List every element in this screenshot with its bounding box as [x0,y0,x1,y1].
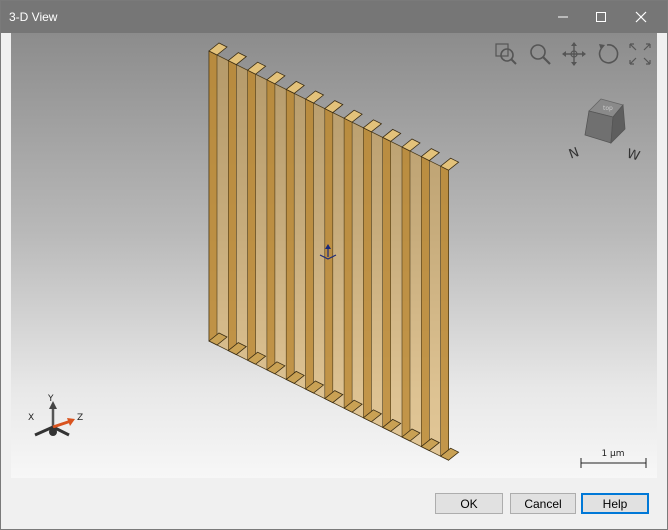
fin [247,69,256,365]
fin [343,117,353,413]
fin [285,88,295,384]
fin [305,98,314,394]
close-button[interactable] [621,1,661,33]
scale-bar: 1 µm [580,449,647,468]
button-bar: OK Cancel Help [1,478,667,529]
axis-y-label: Y [47,394,54,404]
ok-button[interactable]: OK [435,493,503,514]
minimize-icon [558,16,568,18]
scale-bar-label: 1 µm [601,449,624,459]
cancel-button[interactable]: Cancel [510,493,576,514]
center-pivot-icon [319,244,337,260]
axis-x-label: X [28,413,34,423]
title-bar[interactable]: 3-D View [1,1,667,33]
minimize-button[interactable] [543,1,583,33]
fin [266,79,276,375]
fin [208,50,218,346]
fin [363,127,372,423]
fin [228,60,237,356]
maximize-icon [596,12,606,22]
dialog-window: 3-D View top N W Y X Z 1 µm OK Cancel He… [0,0,668,530]
axis-triad: Y X Z [28,394,83,437]
fin [420,156,430,452]
close-icon [635,11,647,23]
3d-viewport[interactable]: top N W Y X Z 1 µm [11,33,657,478]
fin [401,146,411,442]
fin [440,165,449,461]
maximize-button[interactable] [581,1,621,33]
fin [382,136,392,432]
axis-z-label: Z [77,413,83,423]
window-title: 3-D View [9,10,58,24]
help-button[interactable]: Help [581,493,649,514]
